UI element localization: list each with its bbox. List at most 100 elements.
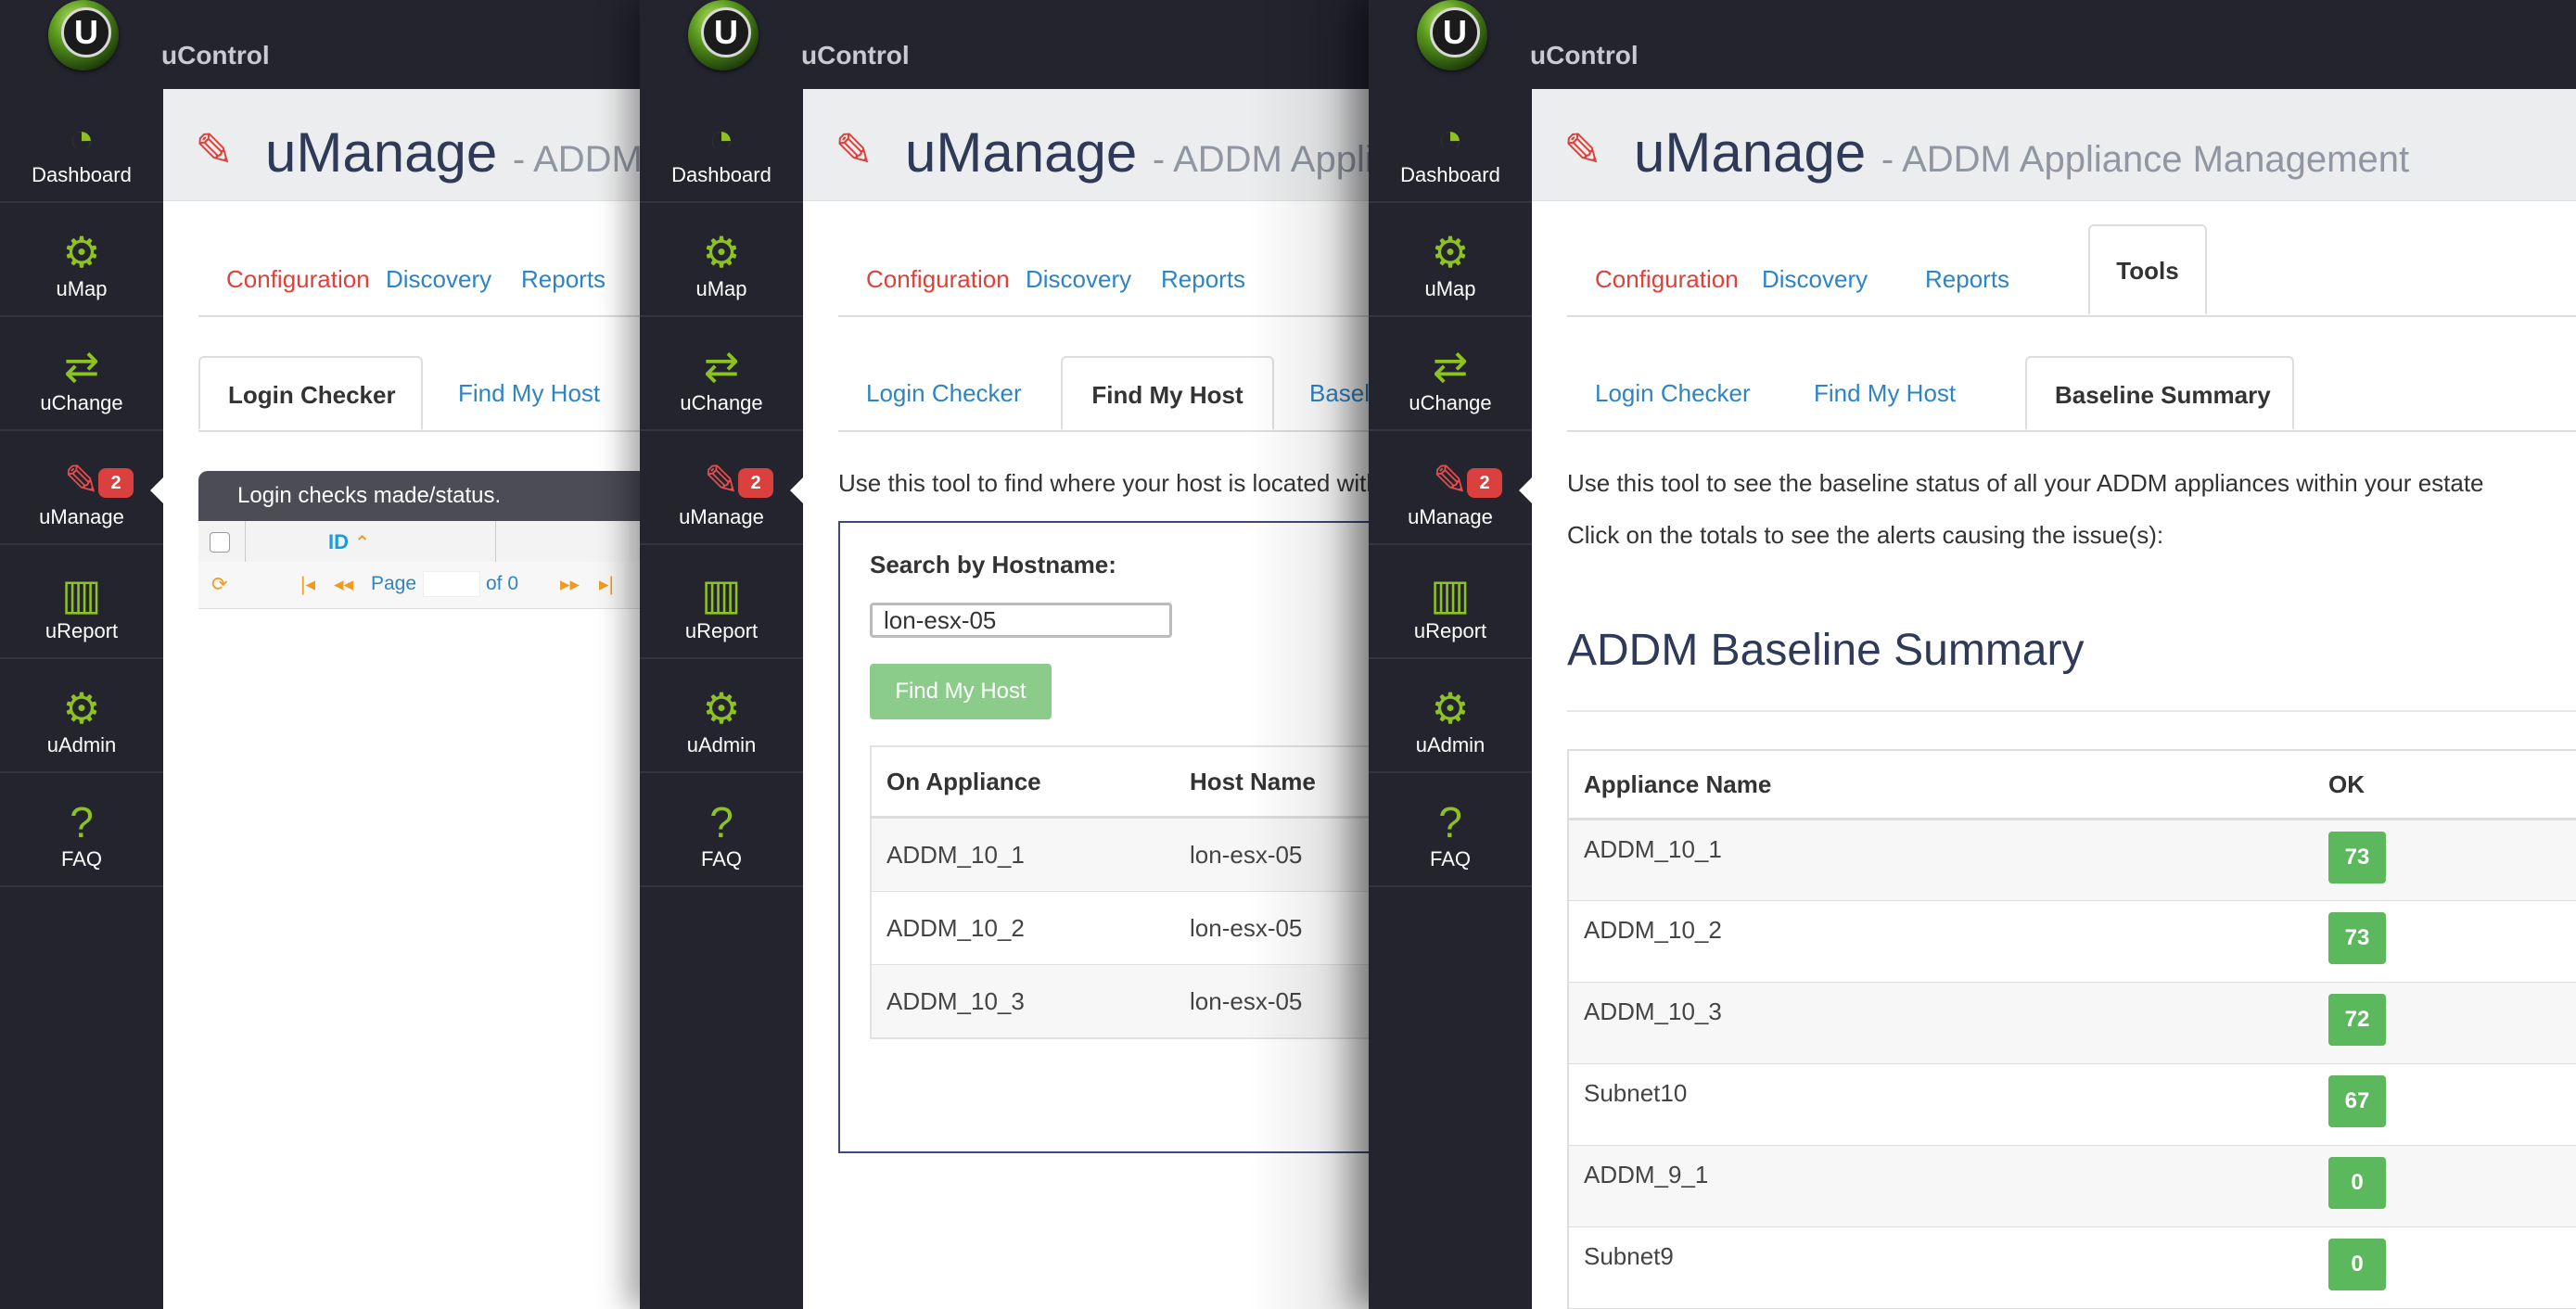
column-id[interactable]: ID ⌃ [328,530,370,554]
wrench-icon: ✎ [195,124,234,176]
nav-item-uchange[interactable]: ⇄ uChange [640,317,803,431]
column-on-appliance: On Appliance [871,746,1175,819]
tab-login-checker[interactable]: Login Checker [866,356,1022,430]
tab-reports[interactable]: Reports [521,243,606,315]
top-bar: U uControl [640,0,1369,89]
nav-item-umap[interactable]: ⚙ uMap [0,203,163,317]
nav-item-umanage[interactable]: ✎ 2 uManage [0,431,163,545]
tab-login-checker[interactable]: Login Checker [198,356,423,430]
first-page-icon[interactable]: |◂ [300,573,315,596]
nav-item-uadmin[interactable]: ⚙ uAdmin [1369,659,1532,773]
window-baseline-summary: U uControl ◔ Dashboard ⚙ uMap ⇄ uChange … [1369,0,2576,1309]
retweet-icon: ⇄ [1432,342,1469,390]
ok-count-badge[interactable]: 0 [2328,1157,2386,1209]
app-title: uControl [161,41,270,70]
grid-title: Login checks made/status. [198,471,640,521]
retweet-icon: ⇄ [703,342,740,390]
question-icon: ? [1438,798,1462,846]
search-label: Search by Hostname: [870,551,1116,578]
nav-item-faq[interactable]: ? FAQ [1369,773,1532,887]
page-label: Page [371,573,417,594]
tab-discovery[interactable]: Discovery [1762,243,1868,315]
bar-chart-icon: ▥ [701,570,742,618]
nav-item-uchange[interactable]: ⇄ uChange [0,317,163,431]
tab-tools[interactable]: Tools [2088,224,2207,315]
tab-find-my-host[interactable]: Find My Host [458,356,600,430]
question-icon: ? [709,798,733,846]
ok-count-badge[interactable]: 73 [2328,912,2386,964]
ucontrol-logo[interactable]: U [1417,0,1487,70]
notification-badge: 2 [738,468,773,498]
main-tabs: Configuration Discovery Reports [198,243,640,317]
nav-item-dashboard[interactable]: ◔ Dashboard [1369,89,1532,203]
tab-configuration[interactable]: Configuration [226,243,370,315]
page-title: uManage - ADDM Appliance Management [1634,121,2410,184]
page-subtitle: - ADDM Appliance Management [512,139,640,180]
ucontrol-logo[interactable]: U [688,0,759,70]
tab-find-my-host[interactable]: Find My Host [1061,356,1274,430]
page-input[interactable] [423,571,480,597]
tab-reports[interactable]: Reports [1161,243,1245,315]
tab-find-my-host[interactable]: Find My Host [1814,356,1956,430]
sub-tabs: Login Checker Find My Host Baseline Summ… [1567,356,2576,432]
ucontrol-logo[interactable]: U [48,0,119,70]
baseline-table: Appliance Name OK ADDM_10_1 73 ADDM_10_2… [1567,749,2576,1309]
nav-item-ureport[interactable]: ▥ uReport [1369,545,1532,659]
prev-page-icon[interactable]: ◂◂ [334,573,353,596]
nav-item-ureport[interactable]: ▥ uReport [0,545,163,659]
next-page-icon[interactable]: ▸▸ [560,573,580,596]
tab-discovery[interactable]: Discovery [386,243,491,315]
tab-configuration[interactable]: Configuration [1595,243,1739,315]
table-row: ADDM_10_1 73 [1568,819,2576,901]
ok-count-badge[interactable]: 73 [2328,832,2386,883]
tool-description: Use this tool to find where your host is… [838,469,1369,497]
tab-login-checker[interactable]: Login Checker [1595,356,1751,430]
nav-item-ureport[interactable]: ▥ uReport [640,545,803,659]
nav-item-umanage[interactable]: ✎ 2 uManage [640,431,803,545]
nav-item-uadmin[interactable]: ⚙ uAdmin [640,659,803,773]
nav-item-uadmin[interactable]: ⚙ uAdmin [0,659,163,773]
gear-icon: ⚙ [702,228,741,276]
results-table: On Appliance Host Name ADDM_10_1 lon-esx… [870,745,1369,1039]
column-ok: OK [2314,750,2576,820]
nav-item-faq[interactable]: ? FAQ [0,773,163,887]
main-content: ✎ uManage - ADDM Appliance Management Co… [803,89,1369,1309]
tab-configuration[interactable]: Configuration [866,243,1010,315]
grid-pager: ⟳ |◂ ◂◂ Page of 0 ▸▸ ▸| [198,562,640,609]
sidebar: ◔ Dashboard ⚙ uMap ⇄ uChange ✎ 2 uManage… [640,89,803,1309]
select-all-checkbox[interactable] [210,532,230,553]
sort-icon: ⌃ [354,533,370,553]
ok-count-badge[interactable]: 67 [2328,1075,2386,1127]
hostname-input[interactable] [870,603,1172,638]
nav-item-dashboard[interactable]: ◔ Dashboard [640,89,803,203]
dashboard-icon: ◔ [1437,114,1463,162]
ok-count-badge[interactable]: 72 [2328,994,2386,1046]
gears-icon: ⚙ [702,684,741,732]
tab-baseline-summary[interactable]: Baseline Summary [2025,356,2294,430]
ok-count-badge[interactable]: 0 [2328,1239,2386,1290]
nav-item-uchange[interactable]: ⇄ uChange [1369,317,1532,431]
page-count: of 0 [486,573,519,594]
table-row: ADDM_10_3 72 [1568,982,2576,1064]
nav-item-umanage[interactable]: ✎ 2 uManage [1369,431,1532,545]
nav-item-umap[interactable]: ⚙ uMap [640,203,803,317]
nav-item-dashboard[interactable]: ◔ Dashboard [0,89,163,203]
grid-header: ID ⌃ [198,521,640,563]
table-row: ADDM_9_1 0 [1568,1145,2576,1227]
tab-reports[interactable]: Reports [1925,243,2009,315]
gear-icon: ⚙ [62,228,101,276]
dashboard-icon: ◔ [708,114,734,162]
page-header: ✎ uManage - ADDM Appliance Management [1532,89,2576,201]
table-row: ADDM_10_3 lon-esx-05 [871,964,1369,1038]
last-page-icon[interactable]: ▸| [599,573,614,596]
top-bar: U uControl [1369,0,2576,89]
refresh-icon[interactable]: ⟳ [211,573,228,596]
page-header: ✎ uManage - ADDM Appliance Management [163,89,640,201]
nav-item-faq[interactable]: ? FAQ [640,773,803,887]
nav-item-umap[interactable]: ⚙ uMap [1369,203,1532,317]
tab-discovery[interactable]: Discovery [1026,243,1131,315]
find-host-panel: Search by Hostname: Find My Host On Appl… [838,521,1369,1153]
section-title: ADDM Baseline Summary [1567,626,2085,675]
find-my-host-button[interactable]: Find My Host [870,664,1052,719]
tab-baseline-summary[interactable]: Baseline Summary [1309,356,1369,430]
